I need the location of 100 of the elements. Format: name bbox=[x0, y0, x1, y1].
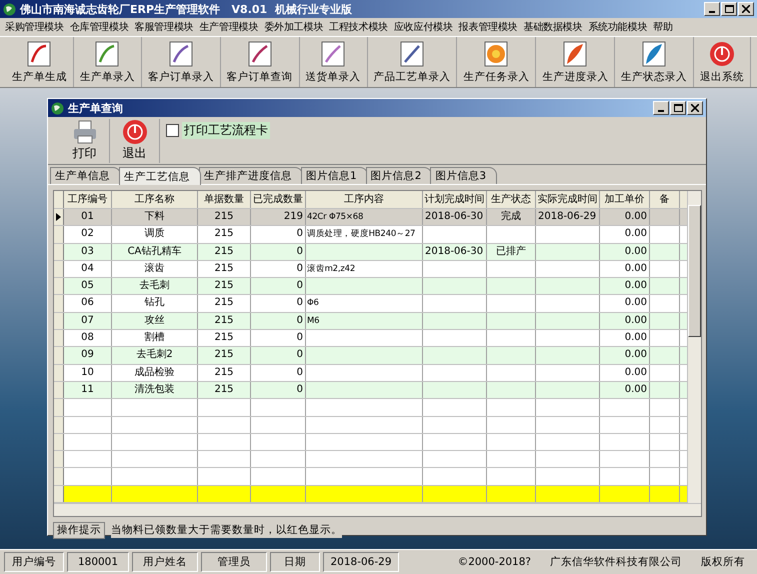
globe-icon bbox=[51, 102, 64, 114]
globe-icon bbox=[3, 2, 16, 16]
table-cell: 215 bbox=[214, 297, 234, 308]
status-field: 用户姓名 bbox=[132, 552, 198, 572]
table-cell: CA钻孔精车 bbox=[128, 246, 182, 257]
maximize-button[interactable] bbox=[721, 2, 737, 16]
table-row[interactable]: 05 去毛刺 215 0 0.00 bbox=[54, 278, 687, 296]
maximize-button[interactable] bbox=[670, 101, 686, 115]
tab[interactable]: 图片信息3 bbox=[430, 167, 498, 184]
vertical-scrollbar[interactable] bbox=[687, 191, 701, 504]
table-cell: 215 bbox=[214, 211, 234, 222]
table-cell: 0 bbox=[296, 332, 303, 344]
tab[interactable]: 生产单信息 bbox=[50, 167, 121, 184]
window-title: 佛山市南海诚志齿轮厂ERP生产管理软件 V8.01 机械行业专业版 bbox=[20, 2, 352, 16]
status-field: 180001 bbox=[67, 552, 129, 572]
table-cell: 0 bbox=[296, 297, 303, 308]
toolbar-button[interactable]: 生产单录入 bbox=[74, 37, 142, 87]
tab[interactable]: 图片信息2 bbox=[366, 167, 432, 184]
column-header[interactable]: 已完成数量 bbox=[251, 191, 306, 208]
status-field: 用户编号 bbox=[4, 552, 64, 572]
toolbar-button[interactable]: 客户订单录入 bbox=[142, 37, 221, 87]
table-row[interactable]: 09 去毛刺2 215 0 0.00 bbox=[54, 347, 687, 365]
horizontal-scrollbar[interactable] bbox=[54, 503, 701, 516]
menu-item[interactable]: 委外加工模块 bbox=[261, 20, 326, 34]
column-header[interactable]: 实际完成时间 bbox=[536, 191, 600, 208]
table-row[interactable]: 03 CA钻孔精车 215 0 2018-06-30 已排产 0.00 bbox=[54, 244, 687, 261]
column-header[interactable]: 计划完成时间 bbox=[423, 191, 487, 208]
table-cell: 0 bbox=[296, 314, 303, 326]
minimize-button[interactable] bbox=[653, 101, 669, 115]
column-header[interactable]: 加工单价 bbox=[600, 191, 650, 208]
table-cell: 0.00 bbox=[624, 211, 647, 222]
toolbar-button[interactable]: 产品工艺单录入 bbox=[368, 37, 458, 87]
table-cell: 215 bbox=[214, 262, 234, 274]
status-field: 2018-06-29 bbox=[323, 552, 399, 572]
table-row[interactable]: 07 攻丝 215 0 M6 0.00 bbox=[54, 312, 687, 330]
menu-item[interactable]: 报表管理模块 bbox=[456, 20, 520, 34]
table-cell: 0 bbox=[296, 366, 303, 378]
menu-item[interactable]: 帮助 bbox=[650, 20, 676, 34]
menu-item[interactable]: 生产管理模块 bbox=[196, 20, 262, 34]
menu-item[interactable]: 系统功能模块 bbox=[585, 20, 650, 34]
table-cell: 滚齿m2,z42 bbox=[307, 264, 356, 274]
toolbar-button[interactable]: 客户订单查询 bbox=[220, 37, 300, 87]
table-cell: 滚齿 bbox=[144, 262, 164, 274]
column-header[interactable]: 生产状态 bbox=[487, 191, 536, 208]
table-cell: 0.00 bbox=[624, 228, 647, 240]
toolbar-button[interactable]: 退出 bbox=[110, 118, 160, 162]
table-cell: 0 bbox=[296, 228, 303, 240]
toolbar-button[interactable]: 送货单录入 bbox=[300, 37, 368, 87]
close-button[interactable] bbox=[738, 2, 754, 16]
menu-item[interactable]: 客服管理模块 bbox=[132, 20, 196, 34]
table-cell: 完成 bbox=[501, 211, 521, 222]
toolbar-button[interactable]: 退出系统 bbox=[694, 37, 752, 87]
tab[interactable]: 生产工艺信息 bbox=[119, 167, 201, 185]
table-cell: 06 bbox=[81, 297, 94, 308]
table-cell: 10 bbox=[81, 366, 94, 378]
tab[interactable]: 图片信息1 bbox=[301, 167, 368, 184]
row-pointer-icon bbox=[56, 213, 61, 222]
table-cell: 215 bbox=[214, 332, 234, 344]
column-header[interactable]: 工序内容 bbox=[306, 191, 423, 208]
column-header[interactable]: 工序名称 bbox=[112, 191, 198, 208]
feather-icon bbox=[561, 40, 590, 68]
table-cell: 219 bbox=[284, 211, 303, 222]
table-cell: 0.00 bbox=[624, 314, 647, 326]
document-icon bbox=[319, 40, 348, 68]
minimize-button[interactable] bbox=[704, 2, 720, 16]
table-cell: 0.00 bbox=[624, 246, 647, 257]
close-button[interactable] bbox=[687, 101, 703, 115]
menu-item[interactable]: 工程技术模块 bbox=[326, 20, 391, 34]
table-cell: 调质 bbox=[144, 228, 164, 240]
menu-item[interactable]: 仓库管理模块 bbox=[66, 20, 132, 34]
toolbar-button[interactable]: 生产任务录入 bbox=[457, 37, 536, 87]
toolbar-button[interactable]: 生产状态录入 bbox=[615, 37, 694, 87]
table-cell: 0.00 bbox=[624, 332, 647, 344]
table-cell: 215 bbox=[214, 314, 234, 326]
table-cell: 42Cr Φ75×68 bbox=[307, 212, 364, 222]
table-row[interactable]: 11 清洗包装 215 0 0.00 bbox=[54, 382, 687, 400]
power-icon bbox=[708, 40, 736, 68]
menu-item[interactable]: 基础数据模块 bbox=[520, 20, 586, 34]
printer-icon bbox=[72, 119, 98, 145]
menu-item[interactable]: 应收应付模块 bbox=[390, 20, 456, 34]
table-cell: 215 bbox=[214, 228, 234, 240]
column-header[interactable]: 备 bbox=[650, 191, 680, 208]
table-cell: 攻丝 bbox=[144, 314, 164, 326]
table-cell: 去毛刺 bbox=[140, 280, 170, 292]
document-icon bbox=[246, 40, 274, 68]
status-field: ©2000-2018? bbox=[450, 553, 539, 571]
table-cell: 215 bbox=[214, 349, 234, 360]
hint-text: 当物料已领数量大于需要数量时，以红色显示。 bbox=[111, 522, 342, 538]
toolbar-button[interactable]: 打印 bbox=[60, 118, 110, 162]
column-header[interactable]: 工序编号 bbox=[64, 191, 112, 208]
table-row[interactable]: 01 下料 215 219 42Cr Φ75×68 2018-06-30 完成 2018-06-29 0.00 bbox=[54, 209, 687, 226]
table-cell: 去毛刺2 bbox=[136, 349, 173, 360]
table-cell: 05 bbox=[81, 280, 94, 292]
toolbar-button[interactable]: 生产单生成 bbox=[6, 37, 74, 87]
column-header[interactable]: 单据数量 bbox=[198, 191, 251, 208]
checkbox[interactable] bbox=[166, 124, 179, 137]
table-cell: 215 bbox=[214, 280, 234, 292]
menu-item[interactable]: 采购管理模块 bbox=[2, 20, 67, 34]
toolbar-button[interactable]: 生产进度录入 bbox=[536, 37, 616, 87]
table-cell: 0.00 bbox=[624, 366, 647, 378]
